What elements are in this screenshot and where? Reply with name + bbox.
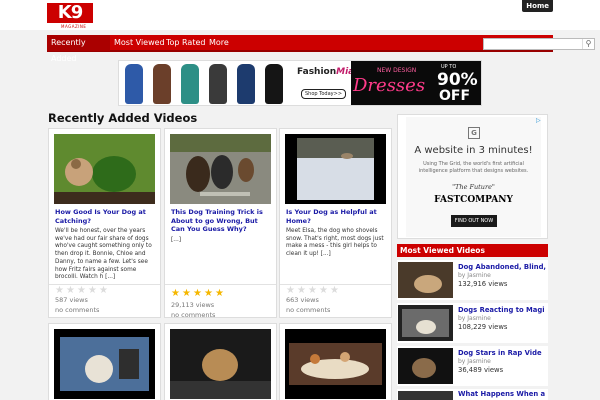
comment-count[interactable]: no comments [55, 306, 99, 314]
ad-subtext: Using The Grid, the world's first artifi… [418, 161, 529, 174]
star-icon[interactable]: ★ [297, 286, 307, 296]
video-title[interactable]: Dog Abandoned, Blind, [458, 263, 548, 271]
star-rating[interactable]: ★ ★ ★ ★ ★ [171, 289, 231, 299]
most-viewed-item[interactable]: Dogs Reacting to Magi by Jasmine 108,229… [397, 303, 548, 343]
most-viewed-item[interactable]: Dog Stars in Rap Vide by Jasmine 36,489 … [397, 346, 548, 386]
nav-most-viewed[interactable]: Most Viewed [114, 35, 165, 51]
find-out-now-button[interactable]: FIND OUT NOW [451, 215, 497, 227]
video-thumbnail[interactable] [398, 348, 453, 384]
view-count: 663 views [286, 296, 319, 304]
star-icon[interactable]: ★ [193, 289, 203, 299]
banner-dresses: Dresses [353, 75, 426, 96]
star-icon[interactable]: ★ [88, 286, 98, 296]
logo-subtitle: MAGAZINE [61, 24, 87, 29]
star-icon[interactable]: ★ [66, 286, 76, 296]
video-card[interactable] [164, 323, 277, 400]
video-title[interactable]: Dog Stars in Rap Vide [458, 349, 548, 357]
dress-image [265, 64, 283, 104]
banner-new-design: NEW DESIGN [377, 67, 417, 74]
author[interactable]: by Jasmine [458, 315, 491, 322]
video-thumbnail[interactable] [170, 134, 271, 204]
video-card[interactable]: How Good Is Your Dog at Catching? We'll … [48, 128, 161, 318]
video-title[interactable]: Is Your Dog as Helpful at Home? [286, 208, 388, 225]
video-title[interactable]: This Dog Training Trick is About to go W… [171, 208, 273, 234]
banner-promo: NEW DESIGN Dresses UP TO 90% OFF [351, 61, 481, 105]
comment-count[interactable]: no comments [171, 311, 215, 319]
shop-today-button[interactable]: Shop Today>> [301, 89, 347, 99]
video-thumbnail[interactable] [285, 134, 386, 204]
nav-top-rated[interactable]: Top Rated [166, 35, 205, 51]
top-bar: K9 MAGAZINE Home [0, 0, 600, 30]
banner-ad[interactable]: FashionMia Shop Today>> NEW DESIGN Dress… [118, 60, 482, 106]
comment-count[interactable]: no comments [286, 306, 330, 314]
star-icon[interactable]: ★ [182, 289, 192, 299]
star-rating[interactable]: ★ ★ ★ ★ ★ [286, 286, 346, 296]
star-icon[interactable]: ★ [286, 286, 296, 296]
video-thumbnail[interactable] [54, 134, 155, 204]
home-button[interactable]: Home [522, 0, 553, 12]
search-input[interactable] [484, 39, 580, 49]
banner-percent: 90% [437, 70, 478, 90]
nav-more[interactable]: More [209, 35, 229, 51]
video-thumbnail[interactable] [54, 329, 155, 399]
star-icon[interactable]: ★ [204, 289, 214, 299]
video-card[interactable] [48, 323, 161, 400]
video-card[interactable] [279, 323, 392, 400]
card-divider [165, 284, 276, 285]
view-count: 36,489 views [458, 366, 504, 374]
video-thumbnail[interactable] [398, 391, 453, 400]
video-excerpt: [...] [171, 237, 182, 243]
view-count: 132,916 views [458, 280, 508, 288]
view-count: 108,229 views [458, 323, 508, 331]
video-thumbnail[interactable] [398, 305, 453, 341]
video-excerpt: We'll be honest, over the years we've ha… [55, 228, 152, 281]
video-thumbnail[interactable] [170, 329, 271, 399]
author[interactable]: by Jasmine [458, 272, 491, 279]
ad-content: G A website in 3 minutes! Using The Grid… [406, 117, 541, 237]
video-card[interactable]: This Dog Training Trick is About to go W… [164, 128, 277, 319]
site-logo[interactable]: K9 MAGAZINE [47, 3, 95, 31]
ad-source-logo: FASTCOMPANY [434, 195, 513, 205]
sidebar-ad[interactable]: G A website in 3 minutes! Using The Grid… [397, 114, 548, 239]
ad-headline: A website in 3 minutes! [414, 145, 533, 156]
dress-image [153, 64, 171, 104]
most-viewed-item[interactable]: What Happens When a D [397, 389, 548, 400]
dress-image [209, 64, 227, 104]
star-icon[interactable]: ★ [308, 286, 318, 296]
logo-text: K9 [47, 3, 93, 23]
video-excerpt: Meet Elsa, the dog who shovels snow. Tha… [286, 228, 384, 258]
star-icon[interactable]: ★ [319, 286, 329, 296]
nav-recently-added[interactable]: Recently Added [47, 35, 110, 63]
author[interactable]: by Jasmine [458, 358, 491, 365]
dress-image [237, 64, 255, 104]
search-icon[interactable]: ⚲ [582, 39, 594, 49]
grid-logo: G [468, 127, 480, 139]
video-thumbnail[interactable] [285, 329, 386, 399]
star-icon[interactable]: ★ [55, 286, 65, 296]
star-icon[interactable]: ★ [99, 286, 109, 296]
banner-brand: FashionMia [297, 67, 355, 77]
view-count: 29,113 views [171, 301, 215, 309]
banner-off: OFF [439, 88, 471, 104]
video-thumbnail[interactable] [398, 262, 453, 298]
dress-image [181, 64, 199, 104]
video-card[interactable]: Is Your Dog as Helpful at Home? Meet Els… [279, 128, 392, 318]
most-viewed-item[interactable]: Dog Abandoned, Blind, by Jasmine 132,916… [397, 260, 548, 300]
star-rating[interactable]: ★ ★ ★ ★ ★ [55, 286, 115, 296]
video-title[interactable]: Dogs Reacting to Magi [458, 306, 548, 314]
star-icon[interactable]: ★ [215, 289, 225, 299]
video-title[interactable]: What Happens When a D [458, 390, 548, 398]
view-count: 587 views [55, 296, 88, 304]
most-viewed-header: Most Viewed Videos [397, 244, 548, 257]
star-icon[interactable]: ★ [171, 289, 181, 299]
adchoices-icon[interactable]: ▷ [536, 117, 544, 125]
section-title: Recently Added Videos [48, 111, 198, 125]
star-icon[interactable]: ★ [330, 286, 340, 296]
search-box: ⚲ [483, 38, 595, 50]
video-title[interactable]: How Good Is Your Dog at Catching? [55, 208, 157, 225]
star-icon[interactable]: ★ [77, 286, 87, 296]
ad-quote: "The Future" [452, 183, 495, 191]
dress-image [125, 64, 143, 104]
main-nav: Recently Added Most Viewed Top Rated Mor… [47, 35, 595, 63]
